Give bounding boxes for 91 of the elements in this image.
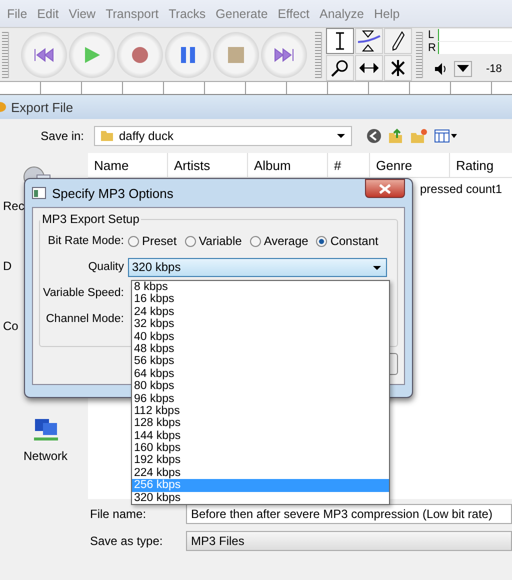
- dropdown-option[interactable]: 320 kbps: [132, 492, 389, 504]
- variable-speed-label: Variable Speed:: [42, 287, 124, 299]
- dropdown-option[interactable]: 48 kbps: [132, 342, 389, 356]
- new-folder-icon[interactable]: [410, 128, 428, 144]
- file-name-label: File name:: [89, 506, 148, 520]
- back-icon[interactable]: [366, 128, 382, 144]
- dropdown-option[interactable]: 144 kbps: [132, 430, 389, 442]
- meter-reading: -18: [486, 62, 502, 74]
- skip-start-button[interactable]: [21, 32, 67, 78]
- pause-button[interactable]: [165, 32, 211, 78]
- dropdown-option[interactable]: 224 kbps: [132, 466, 389, 480]
- close-button[interactable]: [365, 179, 405, 198]
- menu-item[interactable]: Generate: [210, 6, 273, 20]
- caret-icon: [457, 65, 469, 72]
- save-in-label: Save in:: [40, 129, 84, 143]
- dropdown-option[interactable]: 80 kbps: [132, 380, 389, 393]
- skip-end-button[interactable]: [261, 32, 307, 78]
- menu-item[interactable]: Effect: [272, 6, 315, 20]
- bit-rate-label: Bit Rate Mode:: [46, 235, 124, 247]
- column-header[interactable]: Artists: [168, 153, 248, 177]
- menu-item[interactable]: Help: [369, 6, 405, 20]
- radio-button[interactable]: Variable: [184, 234, 242, 248]
- sidebar-item[interactable]: Network: [23, 449, 68, 463]
- column-header[interactable]: #: [328, 153, 370, 177]
- selection-tool-icon[interactable]: [326, 28, 354, 54]
- dropdown-button[interactable]: [454, 60, 472, 76]
- record-icon: [130, 44, 150, 64]
- close-icon: [379, 184, 391, 194]
- grip-handle[interactable]: [315, 32, 322, 78]
- folder-up-icon[interactable]: [388, 128, 404, 144]
- caret-icon: [373, 266, 381, 270]
- dropdown-option[interactable]: 56 kbps: [132, 355, 389, 368]
- skip-start-icon: [33, 46, 55, 62]
- view-menu-icon[interactable]: [434, 128, 458, 144]
- time-shift-icon[interactable]: [355, 55, 383, 81]
- grip-handle[interactable]: [2, 32, 9, 78]
- dropdown-option[interactable]: 40 kbps: [132, 330, 389, 343]
- radio-button[interactable]: Preset: [128, 234, 177, 248]
- app-icon: [0, 102, 6, 112]
- folder-icon: [101, 131, 113, 141]
- dropdown-option[interactable]: 160 kbps: [132, 442, 389, 454]
- record-button[interactable]: [117, 32, 163, 78]
- window-title: Export File: [11, 100, 74, 114]
- dropdown-option[interactable]: 16 kbps: [132, 293, 389, 306]
- dropdown-option[interactable]: 192 kbps: [132, 454, 389, 467]
- quality-dropdown[interactable]: 320 kbps: [128, 258, 387, 276]
- dropdown-option[interactable]: 64 kbps: [132, 368, 389, 380]
- menu-item[interactable]: Tracks: [164, 6, 211, 20]
- window-icon: [32, 187, 46, 199]
- quality-label: Quality: [87, 261, 124, 273]
- channel-mode-label: Channel Mode:: [45, 313, 124, 325]
- sidebar-item[interactable]: Co: [3, 319, 18, 333]
- menu-item[interactable]: Analyze: [314, 6, 369, 20]
- dropdown-option[interactable]: 128 kbps: [132, 417, 389, 430]
- meter-label: L: [428, 29, 436, 41]
- speaker-icon: [434, 62, 448, 76]
- meter-label: R: [428, 42, 437, 54]
- envelope-tool-icon[interactable]: [355, 28, 383, 54]
- dropdown-option[interactable]: 24 kbps: [132, 306, 389, 318]
- pencil-icon[interactable]: [384, 28, 412, 54]
- dropdown-option[interactable]: 112 kbps: [132, 404, 389, 418]
- grip-handle[interactable]: [416, 32, 423, 78]
- column-header[interactable]: Rating: [450, 153, 512, 177]
- radio-button[interactable]: Average: [250, 234, 308, 248]
- zoom-icon[interactable]: [326, 55, 354, 81]
- column-header[interactable]: Name: [88, 153, 168, 177]
- menu-item[interactable]: Transport: [100, 6, 164, 20]
- caret-icon: [337, 134, 345, 138]
- radio-button[interactable]: Constant: [316, 234, 378, 248]
- save-type-label: Save as type:: [89, 534, 164, 548]
- sidebar-item[interactable]: Rec: [3, 199, 24, 213]
- column-header[interactable]: Album: [248, 153, 328, 177]
- stop-icon: [227, 46, 245, 64]
- skip-end-icon: [273, 46, 295, 62]
- menu-item[interactable]: View: [64, 6, 101, 20]
- column-header[interactable]: Genre: [370, 153, 450, 177]
- menu-item[interactable]: Edit: [32, 6, 64, 20]
- play-icon: [82, 44, 102, 64]
- menu-item[interactable]: File: [2, 6, 32, 20]
- save-type-dropdown[interactable]: MP3 Files: [186, 530, 512, 550]
- multi-tool-icon[interactable]: [384, 55, 412, 81]
- dropdown-option[interactable]: 96 kbps: [132, 392, 389, 405]
- sidebar-item[interactable]: D: [3, 259, 12, 273]
- pause-icon: [178, 44, 198, 64]
- dropdown-option[interactable]: 8 kbps: [132, 281, 389, 294]
- save-in-dropdown[interactable]: daffy duck: [94, 126, 352, 146]
- file-name-field[interactable]: Before then after severe MP3 compression (Low bit rate): [186, 504, 512, 524]
- dialog-title: Specify MP3 Options: [52, 186, 174, 200]
- group-title: MP3 Export Setup: [41, 212, 140, 226]
- file-name-cell[interactable]: pressed count1: [420, 182, 502, 196]
- dropdown-option[interactable]: 32 kbps: [132, 318, 389, 331]
